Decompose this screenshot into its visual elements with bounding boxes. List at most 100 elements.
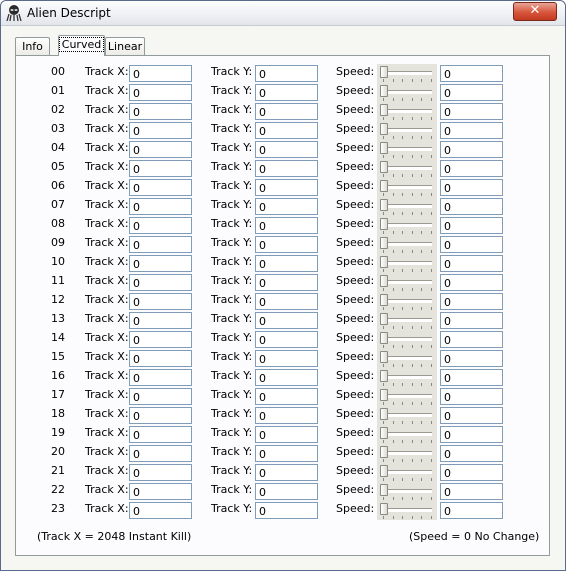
track-x-input[interactable]: 0 [129, 426, 192, 443]
speed-input[interactable]: 0 [440, 160, 503, 177]
slider-thumb[interactable] [380, 161, 388, 173]
close-button[interactable]: ✕ [513, 2, 557, 21]
speed-input[interactable]: 0 [440, 65, 503, 82]
track-y-input[interactable]: 0 [255, 502, 318, 519]
speed-slider[interactable] [377, 425, 437, 444]
speed-input[interactable]: 0 [440, 445, 503, 462]
track-y-input[interactable]: 0 [255, 388, 318, 405]
track-y-input[interactable]: 0 [255, 369, 318, 386]
track-y-input[interactable]: 0 [255, 141, 318, 158]
slider-thumb[interactable] [380, 446, 388, 458]
track-x-input[interactable]: 0 [129, 331, 192, 348]
slider-thumb[interactable] [380, 427, 388, 439]
track-x-input[interactable]: 0 [129, 502, 192, 519]
track-y-input[interactable]: 0 [255, 331, 318, 348]
track-x-input[interactable]: 0 [129, 350, 192, 367]
track-y-input[interactable]: 0 [255, 464, 318, 481]
speed-input[interactable]: 0 [440, 255, 503, 272]
speed-slider[interactable] [377, 159, 437, 178]
track-x-input[interactable]: 0 [129, 388, 192, 405]
track-x-input[interactable]: 0 [129, 103, 192, 120]
speed-slider[interactable] [377, 292, 437, 311]
track-x-input[interactable]: 0 [129, 407, 192, 424]
speed-slider[interactable] [377, 102, 437, 121]
slider-thumb[interactable] [380, 66, 388, 78]
speed-slider[interactable] [377, 121, 437, 140]
track-x-input[interactable]: 0 [129, 274, 192, 291]
track-x-input[interactable]: 0 [129, 483, 192, 500]
track-y-input[interactable]: 0 [255, 122, 318, 139]
speed-slider[interactable] [377, 254, 437, 273]
track-y-input[interactable]: 0 [255, 198, 318, 215]
track-y-input[interactable]: 0 [255, 483, 318, 500]
track-x-input[interactable]: 0 [129, 464, 192, 481]
track-y-input[interactable]: 0 [255, 160, 318, 177]
slider-thumb[interactable] [380, 123, 388, 135]
slider-thumb[interactable] [380, 370, 388, 382]
slider-thumb[interactable] [380, 484, 388, 496]
speed-input[interactable]: 0 [440, 407, 503, 424]
speed-slider[interactable] [377, 463, 437, 482]
speed-slider[interactable] [377, 387, 437, 406]
speed-slider[interactable] [377, 216, 437, 235]
track-x-input[interactable]: 0 [129, 217, 192, 234]
speed-input[interactable]: 0 [440, 103, 503, 120]
slider-thumb[interactable] [380, 313, 388, 325]
track-x-input[interactable]: 0 [129, 65, 192, 82]
track-y-input[interactable]: 0 [255, 84, 318, 101]
speed-input[interactable]: 0 [440, 274, 503, 291]
track-y-input[interactable]: 0 [255, 274, 318, 291]
track-x-input[interactable]: 0 [129, 141, 192, 158]
track-x-input[interactable]: 0 [129, 312, 192, 329]
speed-input[interactable]: 0 [440, 236, 503, 253]
track-x-input[interactable]: 0 [129, 198, 192, 215]
speed-slider[interactable] [377, 140, 437, 159]
track-y-input[interactable]: 0 [255, 426, 318, 443]
alien-icon[interactable] [6, 4, 22, 22]
speed-slider[interactable] [377, 444, 437, 463]
track-y-input[interactable]: 0 [255, 445, 318, 462]
speed-slider[interactable] [377, 349, 437, 368]
track-x-input[interactable]: 0 [129, 445, 192, 462]
speed-input[interactable]: 0 [440, 141, 503, 158]
track-y-input[interactable]: 0 [255, 65, 318, 82]
speed-slider[interactable] [377, 330, 437, 349]
track-x-input[interactable]: 0 [129, 255, 192, 272]
speed-slider[interactable] [377, 197, 437, 216]
speed-slider[interactable] [377, 501, 437, 520]
tab-info[interactable]: Info [15, 37, 50, 55]
slider-thumb[interactable] [380, 180, 388, 192]
track-y-input[interactable]: 0 [255, 293, 318, 310]
speed-input[interactable]: 0 [440, 179, 503, 196]
slider-thumb[interactable] [380, 465, 388, 477]
slider-thumb[interactable] [380, 142, 388, 154]
slider-thumb[interactable] [380, 332, 388, 344]
track-y-input[interactable]: 0 [255, 217, 318, 234]
speed-input[interactable]: 0 [440, 198, 503, 215]
slider-thumb[interactable] [380, 104, 388, 116]
track-x-input[interactable]: 0 [129, 84, 192, 101]
slider-thumb[interactable] [380, 351, 388, 363]
slider-thumb[interactable] [380, 389, 388, 401]
tab-linear[interactable]: Linear [105, 37, 145, 55]
slider-thumb[interactable] [380, 199, 388, 211]
slider-thumb[interactable] [380, 237, 388, 249]
track-x-input[interactable]: 0 [129, 293, 192, 310]
speed-input[interactable]: 0 [440, 369, 503, 386]
track-x-input[interactable]: 0 [129, 369, 192, 386]
track-x-input[interactable]: 0 [129, 160, 192, 177]
speed-input[interactable]: 0 [440, 312, 503, 329]
track-y-input[interactable]: 0 [255, 407, 318, 424]
track-y-input[interactable]: 0 [255, 312, 318, 329]
speed-input[interactable]: 0 [440, 293, 503, 310]
title-bar[interactable]: Alien Descript ✕ [1, 1, 565, 26]
track-x-input[interactable]: 0 [129, 179, 192, 196]
speed-input[interactable]: 0 [440, 464, 503, 481]
speed-input[interactable]: 0 [440, 483, 503, 500]
speed-input[interactable]: 0 [440, 388, 503, 405]
slider-thumb[interactable] [380, 408, 388, 420]
speed-input[interactable]: 0 [440, 502, 503, 519]
speed-input[interactable]: 0 [440, 84, 503, 101]
speed-input[interactable]: 0 [440, 217, 503, 234]
track-y-input[interactable]: 0 [255, 255, 318, 272]
